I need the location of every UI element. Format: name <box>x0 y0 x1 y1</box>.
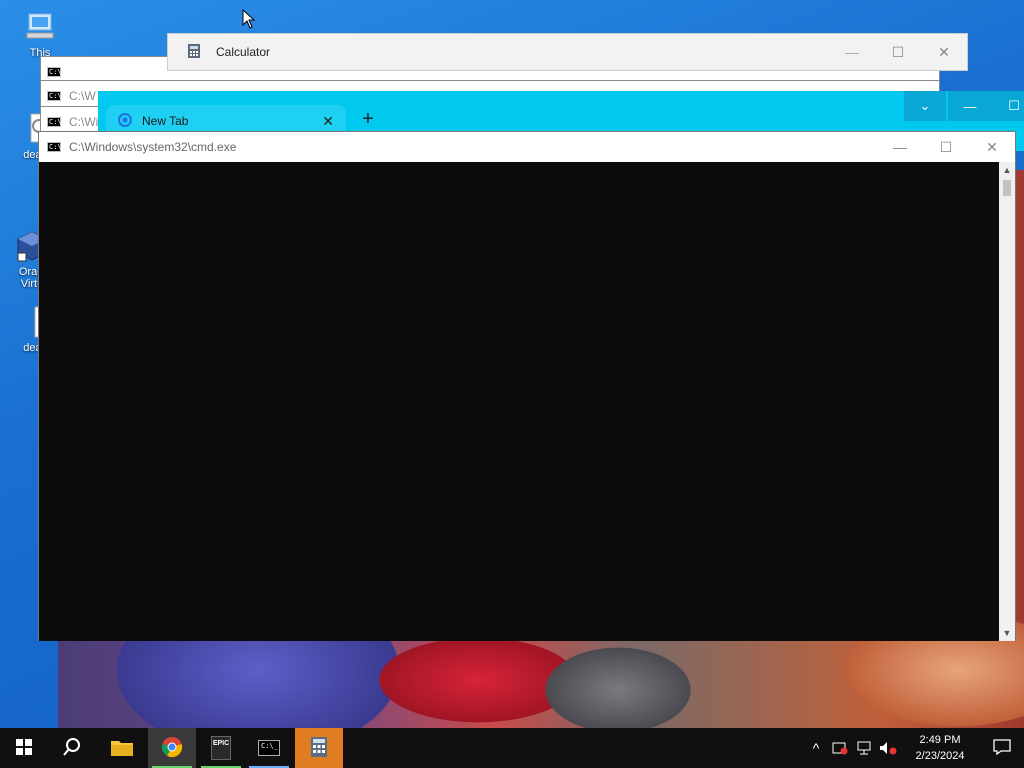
chrome-newtab-icon <box>118 112 132 130</box>
cmd-maximize-button[interactable]: ☐ <box>923 132 969 162</box>
notification-icon <box>993 738 1011 758</box>
scroll-up-icon[interactable]: ▲ <box>999 162 1015 178</box>
system-tray: ^ 2:49 PM 2/23/2024 <box>804 728 1024 768</box>
scroll-down-icon[interactable]: ▼ <box>999 625 1015 641</box>
mouse-cursor-icon <box>242 8 256 32</box>
terminal-icon: C:\_ <box>258 740 280 756</box>
new-tab-button[interactable]: + <box>356 107 380 131</box>
cmd-close-button[interactable]: ✕ <box>969 132 1015 162</box>
network-icon[interactable] <box>852 728 876 768</box>
cmd-minimize-button[interactable]: — <box>877 132 923 162</box>
taskbar: EPIC C:\_ ^ 2:49 PM 2/23/2024 <box>0 728 1024 768</box>
chrome-maximize-button[interactable]: ☐ <box>992 91 1024 121</box>
cmd-icon: C:\ <box>47 67 62 77</box>
calculator-window[interactable]: Calculator — ☐ ✕ <box>167 33 968 71</box>
volume-muted-icon[interactable] <box>876 728 900 768</box>
folder-icon <box>110 737 134 760</box>
taskbar-calculator[interactable] <box>295 728 343 768</box>
epic-games-icon: EPIC <box>211 736 231 760</box>
tray-overflow-button[interactable]: ^ <box>804 728 828 768</box>
clock-date: 2/23/2024 <box>915 750 965 762</box>
notification-center-button[interactable] <box>980 728 1024 768</box>
tab-close-icon[interactable]: ✕ <box>322 113 334 130</box>
cmd-icon: C:\ <box>47 117 62 127</box>
chrome-icon <box>161 736 183 761</box>
taskbar-cmd[interactable]: C:\_ <box>245 728 293 768</box>
taskbar-file-explorer[interactable] <box>98 728 146 768</box>
clock[interactable]: 2:49 PM 2/23/2024 <box>900 732 980 764</box>
taskbar-chrome[interactable] <box>148 728 196 768</box>
windows-logo-icon <box>16 738 32 758</box>
desktop: This deat Oracl Virtu deat C:\ C:\ C:\W … <box>0 0 1024 728</box>
scroll-thumb[interactable] <box>1003 180 1011 196</box>
calculator-minimize-button[interactable]: — <box>829 34 875 70</box>
calculator-icon <box>188 43 200 61</box>
tab-title: New Tab <box>142 114 189 128</box>
calculator-icon <box>311 736 327 760</box>
clock-time: 2:49 PM <box>919 734 961 746</box>
search-icon <box>62 737 82 760</box>
cmd-icon: C:\ <box>47 91 62 101</box>
security-alert-icon[interactable] <box>828 728 852 768</box>
computer-icon <box>23 10 57 44</box>
calculator-maximize-button[interactable]: ☐ <box>875 34 921 70</box>
cmd-title: C:\Windows\system32\cmd.exe <box>69 140 237 154</box>
calculator-close-button[interactable]: ✕ <box>921 34 967 70</box>
desktop-icon-this-pc[interactable]: This <box>10 10 70 59</box>
tab-search-button[interactable]: ⌄ <box>904 91 946 121</box>
cmd-console-area[interactable] <box>39 162 1000 641</box>
calculator-title: Calculator <box>216 45 271 59</box>
chrome-minimize-button[interactable]: — <box>948 91 992 121</box>
search-button[interactable] <box>48 728 96 768</box>
start-button[interactable] <box>0 728 48 768</box>
cmd-window[interactable]: C:\ C:\Windows\system32\cmd.exe — ☐ ✕ ▲ … <box>38 131 1016 641</box>
cmd-scrollbar[interactable]: ▲ ▼ <box>999 162 1015 641</box>
taskbar-epic-games[interactable]: EPIC <box>197 728 245 768</box>
cmd-icon: C:\ <box>47 142 62 152</box>
